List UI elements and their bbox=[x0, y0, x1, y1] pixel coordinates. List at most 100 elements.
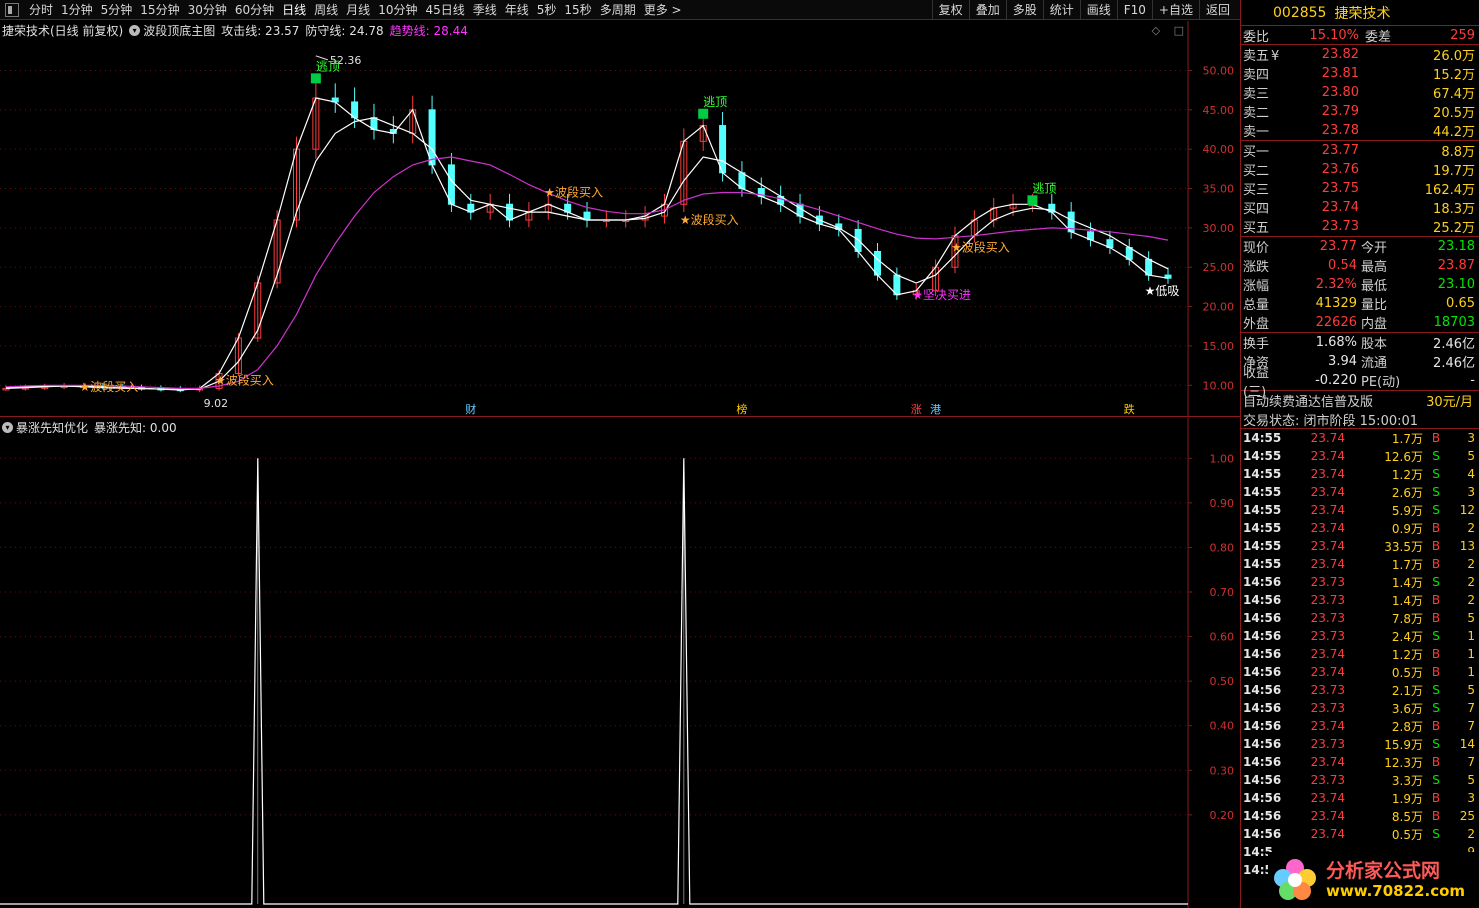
escape-top-marker bbox=[1027, 195, 1038, 206]
tick-volume: 33.5万 bbox=[1384, 539, 1423, 554]
tick-row: 14:56 23.74 1.2万 B 1 bbox=[1241, 645, 1479, 663]
sell-volume: 44.2万 bbox=[1433, 125, 1475, 140]
tick-count: 1 bbox=[1467, 629, 1475, 643]
watermark-url: www.70822.com bbox=[1326, 882, 1466, 900]
tick-price: 23.74 bbox=[1310, 431, 1345, 445]
tick-price: 23.74 bbox=[1310, 809, 1345, 823]
period-tab[interactable]: 月线 bbox=[342, 0, 374, 20]
tick-row: 14:56 23.73 2.4万 S 1 bbox=[1241, 627, 1479, 645]
sell-level-text: 卖一 bbox=[1243, 125, 1270, 140]
sell-order-row[interactable]: 卖五 ¥23.82 26.0万 bbox=[1241, 45, 1479, 64]
period-tab[interactable]: 更多 > bbox=[640, 0, 686, 20]
tick-volume: 1.4万 bbox=[1391, 593, 1423, 608]
indicator-title[interactable]: 暴涨先知优化 bbox=[16, 419, 88, 436]
tick-count: 2 bbox=[1467, 827, 1475, 841]
toolbar-action-button[interactable]: 复权 bbox=[931, 0, 969, 20]
candle-body bbox=[447, 164, 455, 205]
tick-direction: B bbox=[1431, 665, 1441, 679]
period-tab[interactable]: 15秒 bbox=[560, 0, 595, 20]
stat-label: 收益(三) bbox=[1243, 365, 1270, 400]
toolbar-action-button[interactable]: 画线 bbox=[1079, 0, 1117, 20]
period-tab[interactable]: 30分钟 bbox=[184, 0, 231, 20]
sell-order-row[interactable]: 卖二 23.79 20.5万 bbox=[1241, 102, 1479, 121]
tick-price: 23.74 bbox=[1310, 827, 1345, 841]
sell-level-label: 卖三 bbox=[1241, 83, 1293, 102]
tick-volume: 7.8万 bbox=[1391, 611, 1423, 626]
panel-toggle-icon[interactable] bbox=[5, 2, 19, 17]
period-tab[interactable]: 季线 bbox=[469, 0, 501, 20]
buy-price: 23.74 bbox=[1321, 200, 1359, 215]
annotation-label: 逃顶 bbox=[1032, 181, 1056, 195]
tick-count: 7 bbox=[1467, 701, 1475, 715]
period-tab[interactable]: 45日线 bbox=[421, 0, 468, 20]
toolbar-action-button[interactable]: 统计 bbox=[1042, 0, 1080, 20]
indicator-menu-icon[interactable]: ▾ bbox=[2, 421, 13, 433]
tick-time: 14:55 bbox=[1243, 539, 1282, 553]
period-tab[interactable]: 日线 bbox=[278, 0, 310, 20]
stat-label: PE(动) bbox=[1361, 375, 1401, 390]
tick-direction: B bbox=[1431, 791, 1441, 805]
y-tick-label: 0.30 bbox=[1210, 764, 1235, 777]
tick-volume: 1.4万 bbox=[1391, 575, 1423, 590]
tick-price: 23.74 bbox=[1310, 665, 1345, 679]
tick-price: 23.74 bbox=[1310, 557, 1345, 571]
stat-value: -0.220 bbox=[1315, 373, 1357, 388]
diamond-icon[interactable]: ◇ bbox=[1152, 24, 1160, 37]
period-tab[interactable]: 5分钟 bbox=[97, 0, 137, 20]
buy-order-row[interactable]: 买三 23.75 162.4万 bbox=[1241, 179, 1479, 198]
tick-count: 5 bbox=[1467, 611, 1475, 625]
tick-direction: B bbox=[1431, 647, 1441, 661]
y-tick-label: 30.00 bbox=[1203, 222, 1235, 235]
stat-value: 18703 bbox=[1433, 315, 1475, 330]
buy-order-row[interactable]: 买五 23.73 25.2万 bbox=[1241, 217, 1479, 236]
toolbar-action-button[interactable]: 返回 bbox=[1198, 0, 1236, 20]
y-tick-label: 50.00 bbox=[1203, 64, 1235, 77]
tick-volume: 0.5万 bbox=[1391, 827, 1423, 842]
period-tab[interactable]: 周线 bbox=[310, 0, 342, 20]
period-tab[interactable]: 年线 bbox=[501, 0, 533, 20]
stat-value: 23.77 bbox=[1319, 239, 1357, 254]
indicator-menu-icon[interactable]: ▾ bbox=[129, 24, 141, 36]
period-tab[interactable]: 分时 bbox=[25, 0, 57, 20]
window-icon[interactable]: □ bbox=[1174, 24, 1184, 37]
tick-time: 14:55 bbox=[1243, 485, 1282, 499]
annotation-label: ★低吸 bbox=[1145, 284, 1180, 298]
period-tab[interactable]: 1分钟 bbox=[57, 0, 97, 20]
period-tabs: 分时 1分钟 5分钟 15分钟 30分钟 60分钟 日线 周线 月线 10分钟 45日线 季线 年线 5秒… bbox=[0, 0, 686, 20]
buy-price: 23.73 bbox=[1321, 219, 1359, 234]
period-tab[interactable]: 60分钟 bbox=[231, 0, 278, 20]
tick-volume: 1.9万 bbox=[1391, 791, 1423, 806]
buy-level-label: 买三 bbox=[1243, 183, 1270, 198]
sell-order-row[interactable]: 卖一 23.78 44.2万 bbox=[1241, 121, 1479, 140]
tick-price: 23.73 bbox=[1310, 575, 1345, 589]
sell-order-row[interactable]: 卖四 23.81 15.2万 bbox=[1241, 64, 1479, 83]
toolbar-action-button[interactable]: 多股 bbox=[1005, 0, 1043, 20]
tick-price: 23.74 bbox=[1310, 539, 1345, 553]
weicha-label: 委差 bbox=[1365, 29, 1392, 45]
tick-count: 14 bbox=[1459, 737, 1475, 751]
tick-volume: 1.7万 bbox=[1391, 557, 1423, 572]
buy-order-row[interactable]: 买一 23.77 8.8万 bbox=[1241, 141, 1479, 160]
sell-price: 23.79 bbox=[1321, 104, 1359, 119]
period-tab[interactable]: 多周期 bbox=[596, 0, 640, 20]
toolbar-action-button[interactable]: 叠加 bbox=[968, 0, 1006, 20]
tick-volume: 2.6万 bbox=[1391, 485, 1423, 500]
sell-volume: 15.2万 bbox=[1433, 68, 1475, 83]
indicator-chart-panel[interactable]: ▾ 暴涨先知优化 暴涨先知: 0.00 1.00 0.90 0.80 0.70 0.60… bbox=[0, 418, 1240, 908]
tick-row: 14:55 23.74 5.9万 S 12 bbox=[1241, 501, 1479, 519]
period-tab[interactable]: 10分钟 bbox=[374, 0, 421, 20]
stat-row: 现价 23.77 今开 23.18 bbox=[1241, 237, 1479, 256]
buy-order-row[interactable]: 买四 23.74 18.3万 bbox=[1241, 198, 1479, 217]
price-chart-panel[interactable]: 捷荣技术(日线 前复权) ▾ 波段顶底主图 攻击线: 23.57 防守线: 24… bbox=[0, 21, 1240, 417]
indicator-name[interactable]: 波段顶底主图 bbox=[143, 22, 215, 39]
toolbar-action-button[interactable]: +自选 bbox=[1151, 0, 1199, 20]
tick-row: 14:56 23.73 15.9万 S 14 bbox=[1241, 735, 1479, 753]
period-tab[interactable]: 15分钟 bbox=[136, 0, 183, 20]
tick-price: 23.74 bbox=[1310, 719, 1345, 733]
sell-order-row[interactable]: 卖三 23.80 67.4万 bbox=[1241, 83, 1479, 102]
tick-list[interactable]: 14:55 23.74 1.7万 B 3 14:55 23.74 12.6万 S 5 14:55 23… bbox=[1241, 429, 1479, 879]
toolbar-action-button[interactable]: F10 bbox=[1116, 0, 1152, 20]
tick-time: 14:56 bbox=[1243, 773, 1282, 787]
buy-order-row[interactable]: 买二 23.76 19.7万 bbox=[1241, 160, 1479, 179]
period-tab[interactable]: 5秒 bbox=[533, 0, 561, 20]
